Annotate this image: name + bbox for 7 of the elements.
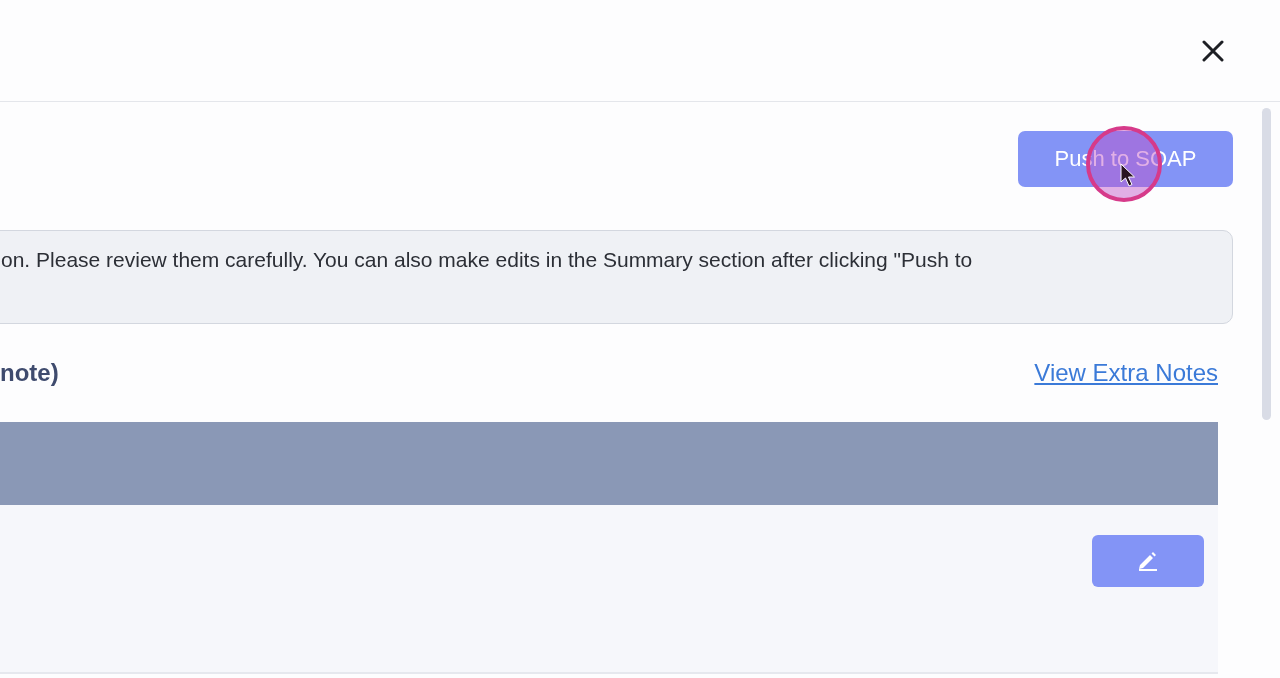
view-extra-notes-link[interactable]: View Extra Notes <box>1034 359 1218 387</box>
edit-button[interactable] <box>1092 535 1204 587</box>
close-icon <box>1202 39 1224 62</box>
notice-text: on. Please review them carefully. You can also make edits in the Summary section after clicking "Push to <box>1 247 974 273</box>
scrollbar[interactable] <box>1262 108 1271 420</box>
pencil-icon <box>1137 551 1159 571</box>
section-title: note) <box>0 359 59 387</box>
